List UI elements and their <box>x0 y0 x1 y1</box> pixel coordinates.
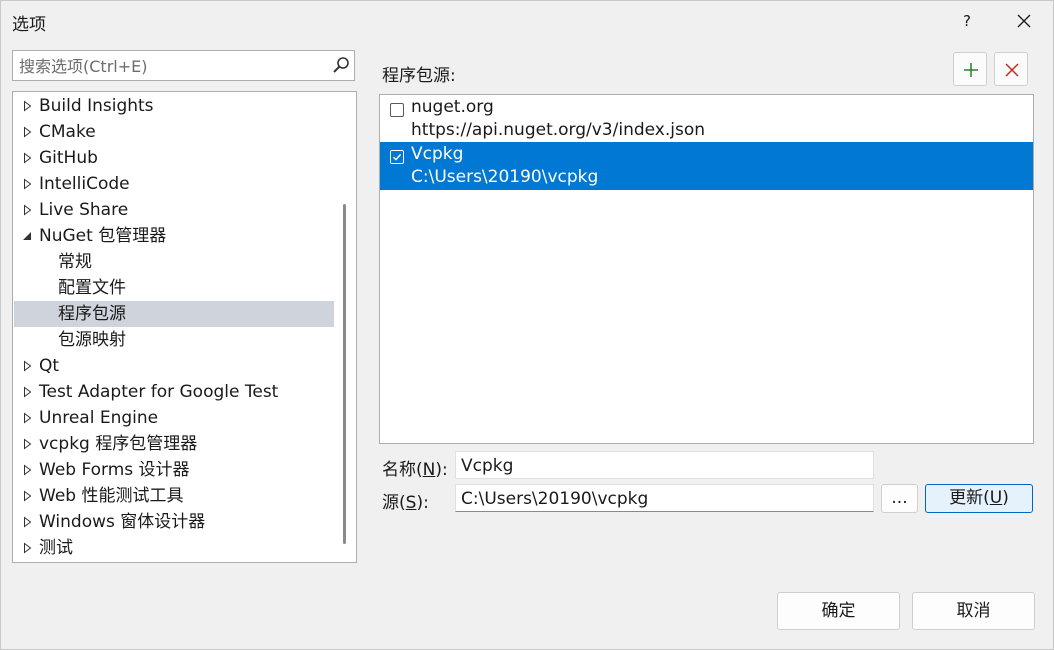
options-dialog: 选项 ? 测试 Windows 窗体设计器 Web 性能测试工具 Web Forms … <box>0 0 1054 650</box>
source-url: C:\Users\20190\vcpkg <box>411 167 599 187</box>
checkmark-icon <box>393 153 402 161</box>
source-input[interactable] <box>459 487 868 511</box>
tree-category-item[interactable]: Web Forms 设计器 <box>14 457 334 483</box>
collapsed-arrow-icon[interactable] <box>22 197 34 223</box>
tree-child-item[interactable]: 程序包源 <box>14 301 334 327</box>
tree-category-item[interactable]: Live Share <box>14 197 334 223</box>
tree-category-item[interactable]: Build Insights <box>14 93 334 119</box>
tree-item-label: Windows 窗体设计器 <box>39 512 206 532</box>
tree-item-label: 配置文件 <box>58 278 126 298</box>
collapsed-arrow-icon[interactable] <box>22 535 34 561</box>
browse-button[interactable]: ... <box>881 484 918 513</box>
tree-category-item[interactable]: Windows 窗体设计器 <box>14 509 334 535</box>
source-field[interactable] <box>455 484 874 512</box>
source-url: https://api.nuget.org/v3/index.json <box>411 120 706 140</box>
title-bar: 选项 ? <box>1 1 1053 41</box>
search-input[interactable] <box>17 54 321 79</box>
collapsed-arrow-icon[interactable] <box>22 353 34 379</box>
name-label: 名称(N): <box>382 460 448 480</box>
tree-item-label: Test Adapter for Google Test <box>39 382 279 402</box>
tree-category-item[interactable]: Web 性能测试工具 <box>14 483 334 509</box>
tree-item-label: NuGet 包管理器 <box>39 226 167 246</box>
collapsed-arrow-icon[interactable] <box>22 145 34 171</box>
collapsed-arrow-icon[interactable] <box>22 483 34 509</box>
tree-child-item[interactable]: 常规 <box>14 249 334 275</box>
collapsed-arrow-icon[interactable] <box>22 509 34 535</box>
tree-item-label: Web Forms 设计器 <box>39 460 190 480</box>
tree-scrollbar[interactable] <box>343 204 346 544</box>
search-box[interactable] <box>12 50 355 81</box>
package-source-list[interactable]: nuget.org https://api.nuget.org/v3/index… <box>379 94 1034 444</box>
collapsed-arrow-icon[interactable] <box>22 379 34 405</box>
tree-item-label: CMake <box>39 122 96 142</box>
add-source-button[interactable] <box>953 52 987 86</box>
source-name: nuget.org <box>411 97 494 117</box>
tree-item-label: Qt <box>39 356 60 376</box>
tree-category-item[interactable]: GitHub <box>14 145 334 171</box>
tree-item-label: 测试 <box>39 538 73 558</box>
tree-item-label: 包源映射 <box>58 330 126 350</box>
tree-item-label: IntelliCode <box>39 174 130 194</box>
collapsed-arrow-icon[interactable] <box>22 457 34 483</box>
tree-item-label: Live Share <box>39 200 129 220</box>
plus-icon <box>964 63 978 77</box>
tree-category-item[interactable]: NuGet 包管理器 <box>14 223 334 249</box>
tree-item-label: vcpkg 程序包管理器 <box>39 434 198 454</box>
collapsed-arrow-icon[interactable] <box>22 93 34 119</box>
tree-item-label: Build Insights <box>39 96 154 116</box>
dialog-title: 选项 <box>12 15 46 35</box>
close-icon <box>1017 14 1031 28</box>
source-item[interactable]: nuget.org https://api.nuget.org/v3/index… <box>380 95 1033 143</box>
tree-item-label: 程序包源 <box>58 304 126 324</box>
delete-icon <box>1005 63 1019 77</box>
tree-category-item[interactable]: Unreal Engine <box>14 405 334 431</box>
tree-category-item[interactable]: IntelliCode <box>14 171 334 197</box>
source-item-selected[interactable]: Vcpkg C:\Users\20190\vcpkg <box>380 142 1033 190</box>
help-button[interactable]: ? <box>953 8 981 34</box>
search-icon[interactable] <box>332 56 350 74</box>
tree-item-label: 常规 <box>58 252 92 272</box>
tree-item-label: Unreal Engine <box>39 408 159 428</box>
collapsed-arrow-icon[interactable] <box>22 119 34 145</box>
tree-child-item[interactable]: 配置文件 <box>14 275 334 301</box>
close-button[interactable] <box>1007 6 1041 36</box>
source-name: Vcpkg <box>411 144 464 164</box>
tree-category-item[interactable]: 测试 <box>14 535 334 561</box>
tree-category-item[interactable]: vcpkg 程序包管理器 <box>14 431 334 457</box>
remove-source-button[interactable] <box>994 52 1028 86</box>
collapsed-arrow-icon[interactable] <box>22 171 34 197</box>
tree-category-item[interactable]: Qt <box>14 353 334 379</box>
tree-category-item[interactable]: CMake <box>14 119 334 145</box>
tree-category-item[interactable]: Test Adapter for Google Test <box>14 379 334 405</box>
expanded-arrow-icon[interactable] <box>22 223 34 249</box>
package-sources-label: 程序包源: <box>382 66 456 86</box>
tree-child-item[interactable]: 包源映射 <box>14 327 334 353</box>
tree-item-label: GitHub <box>39 148 98 168</box>
name-input[interactable] <box>459 454 868 478</box>
collapsed-arrow-icon[interactable] <box>22 405 34 431</box>
update-button[interactable]: 更新(U) <box>925 484 1033 513</box>
name-field[interactable] <box>455 451 874 479</box>
source-label: 源(S): <box>382 493 429 513</box>
cancel-button[interactable]: 取消 <box>912 592 1035 630</box>
source-checkbox[interactable] <box>390 150 404 164</box>
tree-item-label: Web 性能测试工具 <box>39 486 184 506</box>
options-tree[interactable]: 测试 Windows 窗体设计器 Web 性能测试工具 Web Forms 设计器 vc… <box>12 91 357 563</box>
source-checkbox[interactable] <box>390 103 404 117</box>
ok-button[interactable]: 确定 <box>777 592 900 630</box>
collapsed-arrow-icon[interactable] <box>22 431 34 457</box>
